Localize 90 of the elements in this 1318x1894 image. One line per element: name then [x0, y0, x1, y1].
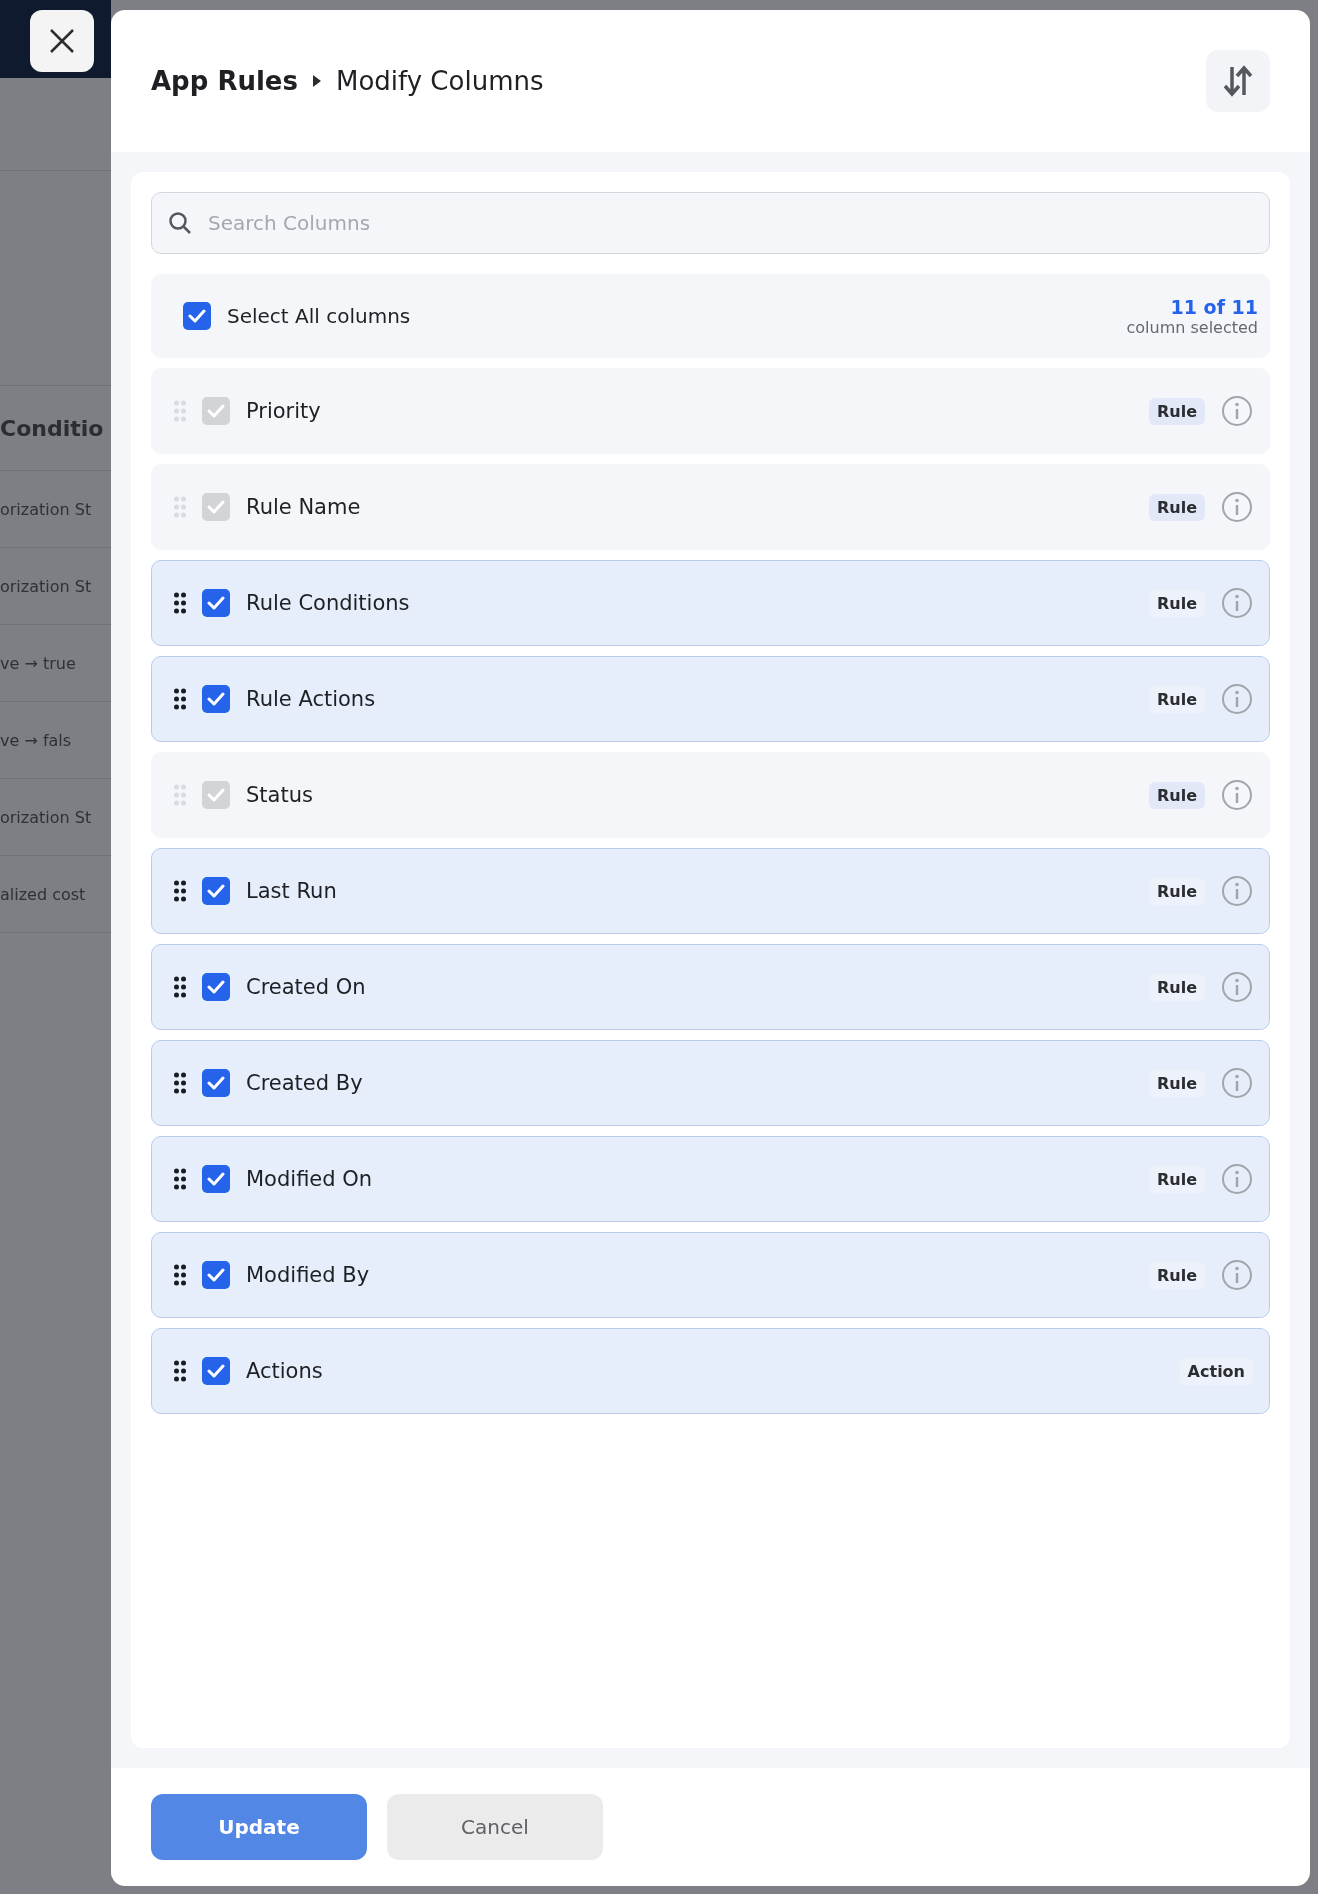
column-row[interactable]: Last Run Rule	[151, 848, 1270, 934]
column-row[interactable]: Actions Action	[151, 1328, 1270, 1414]
column-row[interactable]: Modified By Rule	[151, 1232, 1270, 1318]
select-all-label: Select All columns	[227, 304, 412, 328]
column-tag: Rule	[1148, 1069, 1205, 1097]
column-row[interactable]: Modified On Rule	[151, 1136, 1270, 1222]
table-cell: orization St	[0, 499, 92, 519]
table-cell: orization St	[0, 807, 92, 827]
column-label: Created On	[246, 975, 366, 999]
column-row[interactable]: Priority Rule	[151, 368, 1270, 454]
column-label: Rule Conditions	[246, 591, 410, 615]
table-cell: alized cost	[0, 884, 86, 904]
column-row[interactable]: Status Rule	[151, 752, 1270, 838]
column-label: Status	[246, 783, 313, 807]
column-checkbox[interactable]	[202, 1357, 230, 1385]
drag-handle-icon[interactable]	[174, 976, 186, 998]
column-label: Rule Name	[246, 495, 361, 519]
column-label: Modified By	[246, 1263, 370, 1287]
close-icon	[49, 28, 75, 54]
checkmark-icon	[207, 980, 225, 994]
column-tag: Rule	[1148, 589, 1205, 617]
drag-handle-icon[interactable]	[174, 496, 186, 518]
drag-handle-icon[interactable]	[174, 592, 186, 614]
column-tag: Rule	[1148, 877, 1205, 905]
column-label: Priority	[246, 399, 321, 423]
drag-handle-icon[interactable]	[174, 1072, 186, 1094]
breadcrumb-arrow-icon	[311, 74, 322, 88]
column-label: Last Run	[246, 879, 337, 903]
drag-handle-icon[interactable]	[174, 688, 186, 710]
checkmark-icon	[207, 692, 225, 706]
close-button[interactable]	[30, 10, 94, 72]
drag-handle-icon[interactable]	[174, 400, 186, 422]
select-all-checkbox[interactable]	[183, 302, 211, 330]
selected-count: 11 of 11	[1170, 295, 1258, 318]
search-field[interactable]: Search Columns	[151, 192, 1270, 254]
sort-arrows-icon	[1223, 65, 1253, 97]
drag-handle-icon[interactable]	[174, 880, 186, 902]
column-checkbox[interactable]	[202, 781, 230, 809]
column-row[interactable]: Rule Conditions Rule	[151, 560, 1270, 646]
checkmark-icon	[207, 1076, 225, 1090]
column-checkbox[interactable]	[202, 877, 230, 905]
column-row[interactable]: Created By Rule	[151, 1040, 1270, 1126]
checkmark-icon	[207, 884, 225, 898]
checkmark-icon	[207, 1364, 225, 1378]
column-label: Created By	[246, 1071, 363, 1095]
column-checkbox[interactable]	[202, 973, 230, 1001]
column-tag: Rule	[1148, 397, 1205, 425]
drag-handle-icon[interactable]	[174, 1264, 186, 1286]
column-label: Actions	[246, 1359, 323, 1383]
drag-handle-icon[interactable]	[174, 1168, 186, 1190]
checkmark-icon	[207, 1268, 225, 1282]
checkmark-icon	[188, 309, 206, 323]
cancel-button[interactable]: Cancel	[387, 1794, 603, 1860]
checkmark-icon	[207, 788, 225, 802]
column-tag: Rule	[1148, 781, 1205, 809]
column-tag: Rule	[1148, 685, 1205, 713]
sort-button[interactable]	[1206, 50, 1270, 112]
column-row[interactable]: Rule Name Rule	[151, 464, 1270, 550]
column-tag: Rule	[1148, 1261, 1205, 1289]
drag-handle-icon[interactable]	[174, 1360, 186, 1382]
column-tag: Rule	[1148, 973, 1205, 1001]
column-row[interactable]: Created On Rule	[151, 944, 1270, 1030]
drag-handle-icon[interactable]	[174, 784, 186, 806]
breadcrumb-item[interactable]: App Rules	[151, 66, 298, 96]
update-button[interactable]: Update	[151, 1794, 367, 1860]
column-checkbox[interactable]	[202, 589, 230, 617]
search-input[interactable]: Search Columns	[206, 210, 1253, 236]
column-tag: Action	[1179, 1357, 1253, 1385]
column-label: Rule Actions	[246, 687, 376, 711]
checkmark-icon	[207, 596, 225, 610]
table-cell: ve → true	[0, 653, 76, 673]
checkmark-icon	[207, 500, 225, 514]
column-checkbox[interactable]	[202, 397, 230, 425]
column-checkbox[interactable]	[202, 1261, 230, 1289]
checkmark-icon	[207, 404, 225, 418]
search-icon	[168, 211, 192, 235]
column-row[interactable]: Rule Actions Rule	[151, 656, 1270, 742]
checkmark-icon	[207, 1172, 225, 1186]
column-tag: Rule	[1148, 493, 1205, 521]
column-checkbox[interactable]	[202, 493, 230, 521]
column-checkbox[interactable]	[202, 1069, 230, 1097]
column-checkbox[interactable]	[202, 685, 230, 713]
column-checkbox[interactable]	[202, 1165, 230, 1193]
breadcrumb-item: Modify Columns	[335, 66, 544, 96]
table-cell: ve → fals	[0, 730, 72, 750]
column-label: Modified On	[246, 1167, 373, 1191]
column-header: Conditio	[0, 415, 104, 441]
table-cell: orization St	[0, 576, 92, 596]
selected-caption: column selected	[1126, 317, 1258, 337]
column-tag: Rule	[1148, 1165, 1205, 1193]
